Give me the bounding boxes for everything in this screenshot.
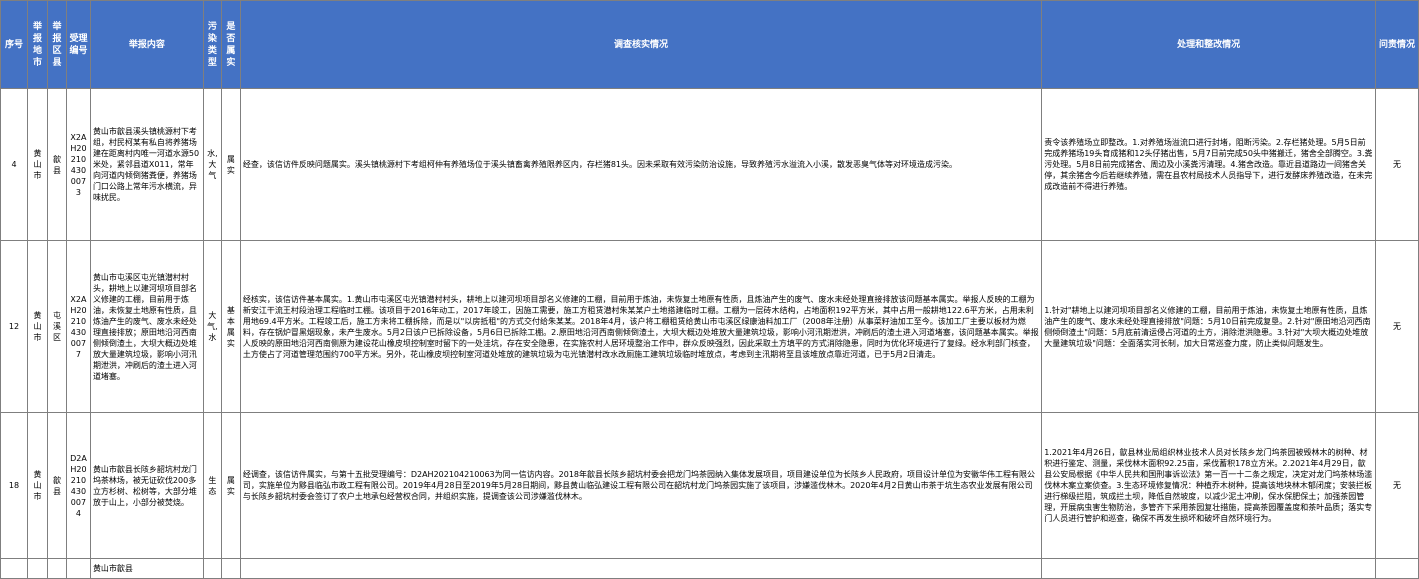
cell-seq: 12 xyxy=(0,240,28,413)
cell-city xyxy=(26,558,48,579)
cell-investigation xyxy=(239,558,1043,579)
cell-handling xyxy=(1041,558,1376,579)
cell-accountability: 无 xyxy=(1374,240,1419,413)
cell-seq: 18 xyxy=(0,412,28,559)
cell-seq: 4 xyxy=(0,88,28,241)
cell-investigation: 经调查，该信访件属实，与第十五批受理编号：D2AH202104210063为同一… xyxy=(239,412,1043,559)
cell-is-true xyxy=(220,558,241,579)
header-handling: 处理和整改情况 xyxy=(1041,0,1376,89)
cell-pollution-type: 大气,水 xyxy=(202,240,222,413)
cell-city: 黄山市 xyxy=(26,240,48,413)
cell-pollution-type xyxy=(202,558,222,579)
cell-is-true: 属实 xyxy=(220,412,241,559)
cell-handling: 责令该养殖场立即整改。1.对养殖场溢流口进行封堵，阻断污染。2.存栏猪处理。5月… xyxy=(1041,88,1376,241)
cell-county: 屯溪区 xyxy=(46,240,67,413)
cell-investigation: 经查，该信访件反映问题属实。溪头镇桃源村下考组柯仲有养殖场位于溪头镇畜禽养殖限养… xyxy=(239,88,1043,241)
cell-investigation: 经核实，该信访件基本属实。1.黄山市屯溪区屯光镇潜村村头，耕地上以建河坝项目部名… xyxy=(239,240,1043,413)
header-county: 举报区县 xyxy=(46,0,67,89)
header-city: 举报地市 xyxy=(26,0,48,89)
table-row: 12 黄山市 屯溪区 X2AH20210430007 7 黄山市屯溪区屯光镇潜村… xyxy=(0,240,1419,413)
cell-pollution-type: 生态 xyxy=(202,412,222,559)
cell-report-content: 黄山市歙县溪头镇桃源村下考组，村民柯某有私自将养猪场建在距离村内唯一河道水源50… xyxy=(89,88,204,241)
cell-pollution-type: 水,大气 xyxy=(202,88,222,241)
cell-is-true: 基本属实 xyxy=(220,240,241,413)
header-accept-no: 受理编号 xyxy=(65,0,91,89)
cell-report-content: 黄山市歙县长陔乡韶坑村龙门坞茶林场，被无证砍伐200多立方杉树、松树等，大部分堆… xyxy=(89,412,204,559)
cell-report-content: 黄山市歙县 xyxy=(89,558,204,579)
table-row: 黄山市歙县 xyxy=(0,558,1419,579)
cell-county: 歙县 xyxy=(46,88,67,241)
header-pollution-type: 污染类型 xyxy=(202,0,222,89)
header-row: 序号 举报地市 举报区县 受理编号 举报内容 污染类型 是否属实 调查核实情况 … xyxy=(0,0,1419,89)
header-seq: 序号 xyxy=(0,0,28,89)
header-report-content: 举报内容 xyxy=(89,0,204,89)
cell-seq xyxy=(0,558,28,579)
cell-accept-no: X2AH20210430007 3 xyxy=(65,88,91,241)
cell-handling: 1.2021年4月26日，歙县林业局组织林业技术人员对长陔乡龙门坞茶园被毁林木的… xyxy=(1041,412,1376,559)
cell-accept-no: X2AH20210430007 7 xyxy=(65,240,91,413)
cell-is-true: 属实 xyxy=(220,88,241,241)
header-is-true: 是否属实 xyxy=(220,0,241,89)
cell-accountability xyxy=(1374,558,1419,579)
cell-county: 歙县 xyxy=(46,412,67,559)
cell-county xyxy=(46,558,67,579)
cell-accept-no: D2AH20210430007 4 xyxy=(65,412,91,559)
cell-city: 黄山市 xyxy=(26,88,48,241)
table-row: 18 黄山市 歙县 D2AH20210430007 4 黄山市歙县长陔乡韶坑村龙… xyxy=(0,412,1419,559)
cell-city: 黄山市 xyxy=(26,412,48,559)
cell-accountability: 无 xyxy=(1374,412,1419,559)
cell-handling: 1.针对"耕地上以建河坝项目部名义修建的工棚，目前用于炼油，未恢复土地原有性质，… xyxy=(1041,240,1376,413)
cell-report-content: 黄山市屯溪区屯光镇潜村村头，耕地上以建河坝项目部名义修建的工棚，目前用于炼油，未… xyxy=(89,240,204,413)
header-investigation: 调查核实情况 xyxy=(239,0,1043,89)
complaint-table: 序号 举报地市 举报区县 受理编号 举报内容 污染类型 是否属实 调查核实情况 … xyxy=(0,0,1419,579)
cell-accountability: 无 xyxy=(1374,88,1419,241)
header-accountability: 问责情况 xyxy=(1374,0,1419,89)
cell-accept-no xyxy=(65,558,91,579)
table-row: 4 黄山市 歙县 X2AH20210430007 3 黄山市歙县溪头镇桃源村下考… xyxy=(0,88,1419,241)
